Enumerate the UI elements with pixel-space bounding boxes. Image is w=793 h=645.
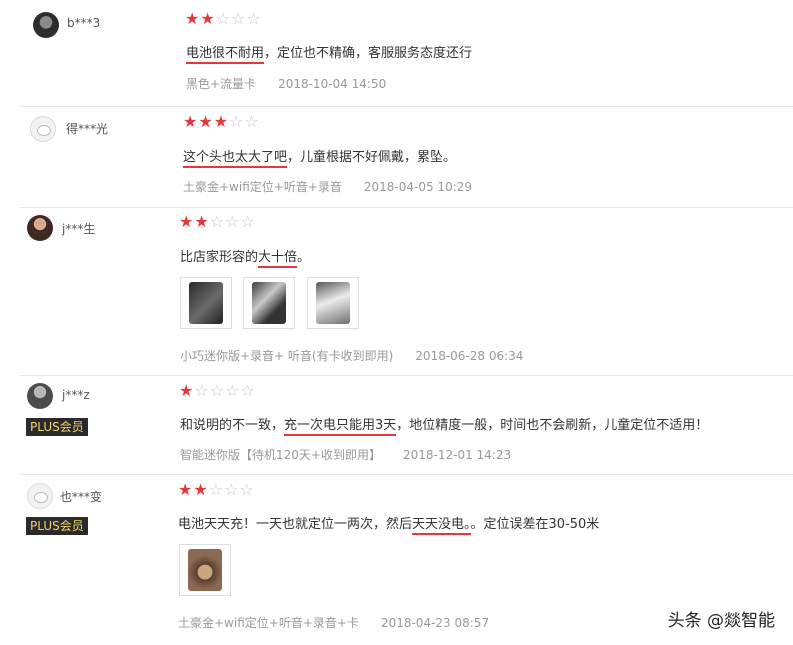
review-content: 电池很不耐用，定位也不精确，客服服务态度还行: [186, 42, 473, 64]
star-empty-icon: ☆: [225, 212, 240, 231]
review-meta: 黑色+流量卡 2018-10-04 14:50: [186, 75, 386, 92]
reviewer-name[interactable]: 得***光: [66, 120, 108, 137]
star-empty-icon: ☆: [225, 381, 240, 400]
highlighted-phrase: 大十倍: [258, 250, 298, 268]
star-empty-icon: ☆: [229, 112, 244, 131]
default-avatar-icon[interactable]: [30, 116, 56, 142]
watermark: 头条 @燚智能: [667, 611, 775, 631]
star-filled-icon: ★: [200, 9, 215, 28]
review-text: 。: [297, 250, 311, 265]
review-photo-icon[interactable]: [307, 277, 359, 329]
review-text: 和说明的不一致，: [180, 418, 285, 433]
review-date: 2018-04-05 10:29: [363, 180, 473, 194]
star-filled-icon: ★: [183, 112, 198, 131]
review-text: ，儿童根据不好佩戴，累坠。: [287, 150, 457, 165]
review-date: 2018-10-04 14:50: [278, 77, 387, 91]
product-variant: 土豪金+wifi定位+听音+录音: [183, 180, 342, 194]
star-filled-icon: ★: [179, 212, 194, 231]
star-empty-icon: ☆: [231, 9, 246, 28]
star-rating: ★ ★ ★ ☆ ☆: [183, 114, 259, 130]
star-rating: ★ ★ ☆ ☆ ☆: [179, 214, 255, 230]
product-variant: 智能迷你版【待机120天+收到即用】: [180, 448, 381, 462]
star-filled-icon: ★: [179, 381, 194, 400]
photo-avatar-icon[interactable]: [27, 215, 53, 241]
star-empty-icon: ☆: [209, 212, 225, 231]
plus-member-badge: PLUS会员: [26, 418, 88, 436]
review-content: 电池天天充！一天也就定位一两次，然后天天没电。。定位误差在30-50米: [178, 513, 600, 535]
photo-avatar-icon[interactable]: [27, 383, 53, 409]
star-empty-icon: ☆: [215, 9, 231, 28]
review-meta: 智能迷你版【待机120天+收到即用】 2018-12-01 14:23: [180, 446, 511, 463]
divider: [20, 375, 793, 376]
star-rating: ★ ★ ☆ ☆ ☆: [178, 482, 254, 498]
star-filled-icon: ★: [194, 212, 209, 231]
highlighted-phrase: 电池很不耐用: [186, 46, 265, 64]
default-avatar-icon[interactable]: [27, 483, 53, 509]
divider: [20, 474, 793, 475]
reviewer-name[interactable]: b***3: [67, 16, 100, 30]
product-variant: 土豪金+wifi定位+听音+录音+卡: [178, 616, 359, 630]
review-photo-icon[interactable]: [243, 277, 295, 329]
star-empty-icon: ☆: [208, 480, 224, 499]
product-variant: 小巧迷你版+录音+ 听音(有卡收到即用): [180, 349, 394, 363]
review-text: ，地位精度一般，时间也不会刷新，儿童定位不适用！: [396, 418, 709, 433]
review-date: 2018-04-23 08:57: [380, 616, 490, 630]
divider: [20, 106, 793, 107]
highlighted-phrase: 充一次电只能用3天: [284, 418, 397, 436]
star-rating: ★ ☆ ☆ ☆ ☆: [179, 383, 255, 399]
star-filled-icon: ★: [185, 9, 200, 28]
review-content: 比店家形容的大十倍。: [180, 246, 311, 268]
review-date: 2018-12-01 14:23: [402, 448, 512, 462]
dark-avatar-icon[interactable]: [33, 12, 59, 38]
star-empty-icon: ☆: [244, 112, 259, 131]
star-filled-icon: ★: [213, 112, 229, 131]
review-meta: 小巧迷你版+录音+ 听音(有卡收到即用) 2018-06-28 06:34: [180, 347, 523, 364]
review-text: 。定位误差在30-50米: [470, 517, 600, 532]
highlighted-phrase: 天天没电。: [412, 517, 471, 535]
star-filled-icon: ★: [178, 480, 193, 499]
star-empty-icon: ☆: [246, 9, 261, 28]
product-variant: 黑色+流量卡: [186, 77, 257, 91]
reviewer-name[interactable]: j***生: [62, 220, 95, 237]
review-photo-icon[interactable]: [179, 544, 231, 596]
star-empty-icon: ☆: [239, 480, 254, 499]
review-meta: 土豪金+wifi定位+听音+录音 2018-04-05 10:29: [183, 178, 472, 195]
plus-member-badge: PLUS会员: [26, 517, 88, 535]
review-text: ，定位也不精确，客服服务态度还行: [264, 46, 473, 61]
review-meta: 土豪金+wifi定位+听音+录音+卡 2018-04-23 08:57: [178, 614, 489, 631]
star-empty-icon: ☆: [224, 480, 239, 499]
star-empty-icon: ☆: [194, 381, 209, 400]
star-empty-icon: ☆: [240, 381, 255, 400]
reviewer-name[interactable]: 也***变: [60, 488, 102, 505]
review-content: 这个头也太大了吧，儿童根据不好佩戴，累坠。: [183, 146, 457, 168]
star-empty-icon: ☆: [209, 381, 225, 400]
star-filled-icon: ★: [193, 480, 208, 499]
star-empty-icon: ☆: [240, 212, 255, 231]
divider: [20, 207, 793, 208]
star-rating: ★ ★ ☆ ☆ ☆: [185, 11, 261, 27]
review-content: 和说明的不一致，充一次电只能用3天，地位精度一般，时间也不会刷新，儿童定位不适用…: [180, 414, 709, 436]
highlighted-phrase: 这个头也太大了吧: [183, 150, 288, 168]
review-text: 比店家形容的: [180, 250, 259, 265]
review-date: 2018-06-28 06:34: [415, 349, 524, 363]
review-photo-icon[interactable]: [180, 277, 232, 329]
star-filled-icon: ★: [198, 112, 213, 131]
reviewer-name[interactable]: j***z: [62, 388, 90, 402]
review-text: 电池天天充！一天也就定位一两次，然后: [178, 517, 413, 532]
